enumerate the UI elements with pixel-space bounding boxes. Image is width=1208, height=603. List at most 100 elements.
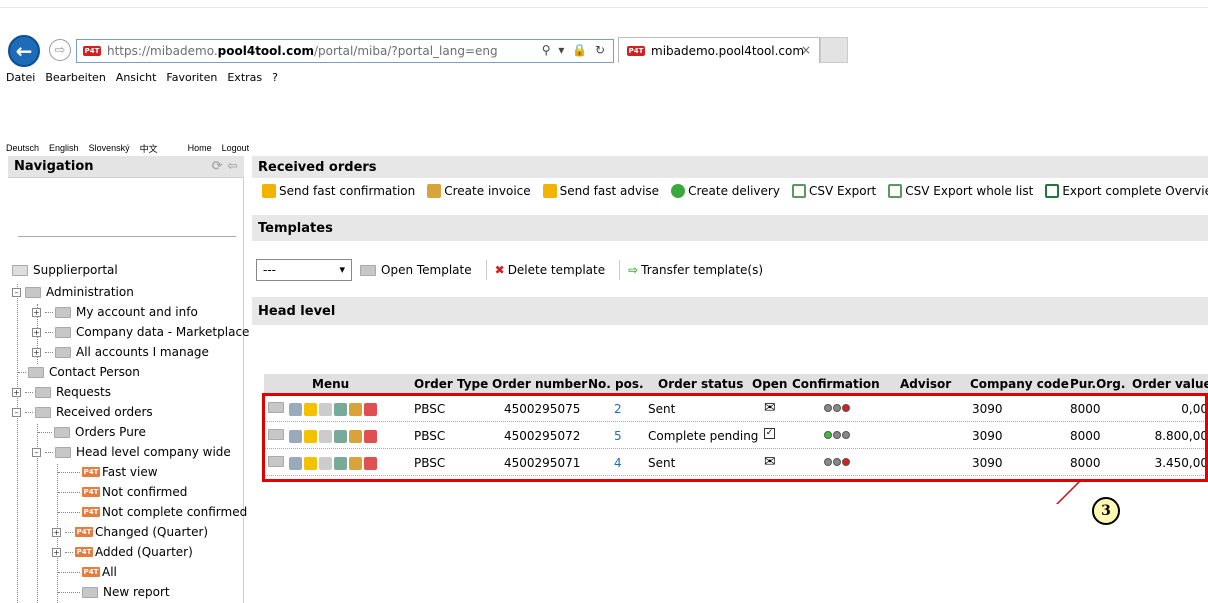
tree-item-label: Requests: [56, 385, 111, 399]
send-fast-advise-button[interactable]: Send fast advise: [542, 184, 659, 198]
col-order-type[interactable]: Order Type: [414, 377, 488, 391]
address-bar[interactable]: P4T https://mibademo. pool4tool.com/porta…: [76, 39, 614, 63]
col-confirmation[interactable]: Confirmation: [792, 377, 880, 391]
menu-bearbeiten[interactable]: Bearbeiten: [45, 71, 105, 84]
expand-toggle-icon[interactable]: +: [32, 347, 41, 357]
col-advisor[interactable]: Advisor: [900, 377, 951, 391]
expand-toggle-icon[interactable]: +: [32, 307, 41, 317]
tree-item-not-complete-confirmed[interactable]: P4T Not complete confirmed: [58, 502, 247, 522]
tree-item-head-level[interactable]: – Head level company wide: [32, 442, 231, 462]
navigation-title: Navigation: [14, 159, 94, 174]
tree-item-new-report[interactable]: New report: [58, 582, 170, 602]
collapse-toggle-icon[interactable]: –: [12, 407, 21, 417]
lock-icon: 🔒: [572, 43, 590, 57]
menu-favoriten[interactable]: Favoriten: [166, 71, 217, 84]
templates-row: --- ▾ Open Template ✖ Delete template ⇨ Tr…: [256, 258, 769, 282]
refresh-icon[interactable]: ⟳: [212, 159, 223, 174]
collapse-toggle-icon[interactable]: –: [32, 447, 41, 457]
template-select[interactable]: --- ▾: [256, 259, 352, 281]
tree-item-added-quarter[interactable]: + P4T Added (Quarter): [52, 542, 193, 562]
lang-chinese[interactable]: 中文: [140, 142, 158, 155]
menu-ansicht[interactable]: Ansicht: [116, 71, 157, 84]
tree-item-label: Orders Pure: [75, 425, 146, 439]
address-tools[interactable]: ⚲ ▾ 🔒 ↻: [542, 43, 607, 57]
col-open[interactable]: Open: [752, 377, 787, 391]
tree-item-administration[interactable]: – Administration: [12, 282, 134, 302]
main-content: Received orders Send fast confirmation C…: [252, 156, 1208, 603]
home-link[interactable]: Home: [188, 143, 212, 153]
window-top-edge: [0, 0, 1208, 8]
tree-item-contact-person[interactable]: Contact Person: [18, 362, 140, 382]
toolbar-separator: [619, 260, 621, 280]
expand-toggle-icon[interactable]: +: [12, 387, 21, 397]
chevron-down-icon: ▾: [339, 263, 345, 276]
transfer-template-button[interactable]: ⇨ Transfer template(s): [628, 263, 763, 277]
tree-item-all-accounts[interactable]: + All accounts I manage: [32, 342, 209, 362]
col-order-number[interactable]: Order number: [492, 377, 587, 391]
folder-icon: [427, 184, 442, 198]
tree-item-requests[interactable]: + Requests: [12, 382, 111, 402]
create-delivery-button[interactable]: Create delivery: [671, 184, 780, 198]
lang-english[interactable]: English: [49, 143, 79, 153]
send-fast-confirmation-button[interactable]: Send fast confirmation: [262, 184, 415, 198]
delete-template-button[interactable]: ✖ Delete template: [495, 263, 605, 277]
open-template-button[interactable]: Open Template: [360, 263, 472, 277]
tree-item-changed-quarter[interactable]: + P4T Changed (Quarter): [52, 522, 208, 542]
collapse-toggle-icon[interactable]: –: [12, 287, 21, 297]
menu-help[interactable]: ?: [272, 71, 278, 84]
delete-icon: ✖: [494, 263, 505, 277]
tree-item-my-account[interactable]: + My account and info: [32, 302, 198, 322]
head-level-header: Head level: [252, 297, 1208, 325]
tree-item-label: All: [102, 565, 117, 579]
browser-tab[interactable]: P4T mibademo.pool4tool.com ×: [618, 37, 820, 63]
tree-item-orders-pure[interactable]: Orders Pure: [38, 422, 146, 442]
menu-datei[interactable]: Datei: [6, 71, 35, 84]
lang-deutsch[interactable]: Deutsch: [6, 143, 39, 153]
tree-item-label: Company data - Marketplace: [76, 325, 250, 339]
col-order-value[interactable]: Order value: [1132, 377, 1208, 391]
report-icon: P4T: [82, 507, 100, 517]
plus-icon: [671, 184, 686, 198]
navigation-panel: Navigation ⟳ ⇦ Supplierportal – Administr…: [0, 156, 249, 603]
back-button[interactable]: ←: [8, 35, 40, 67]
tree-item-label: Added (Quarter): [95, 545, 193, 559]
tree-item-supplierportal[interactable]: Supplierportal: [12, 260, 118, 280]
col-company-code[interactable]: Company code: [970, 377, 1069, 391]
tree-item-not-confirmed[interactable]: P4T Not confirmed: [58, 482, 187, 502]
expand-toggle-icon[interactable]: +: [52, 527, 61, 537]
collapse-icon[interactable]: ⇦: [227, 159, 238, 174]
envelope-icon: [262, 184, 276, 198]
tree-item-received-orders[interactable]: – Received orders: [12, 402, 153, 422]
col-order-status[interactable]: Order status: [658, 377, 743, 391]
url-prefix: https://mibademo.: [107, 44, 218, 58]
refresh-icon[interactable]: ↻: [595, 43, 607, 57]
lang-slovensky[interactable]: Slovenský: [89, 143, 130, 153]
tree-item-all[interactable]: P4T All: [58, 562, 117, 582]
col-menu[interactable]: Menu: [312, 377, 349, 391]
create-invoice-button[interactable]: Create invoice: [427, 184, 531, 198]
logout-link[interactable]: Logout: [222, 143, 250, 153]
export-icon: [791, 184, 806, 198]
csv-export-button[interactable]: CSV Export: [791, 184, 876, 198]
col-no-pos[interactable]: No. pos.: [588, 377, 644, 391]
expand-toggle-icon[interactable]: +: [52, 547, 61, 557]
col-pur-org[interactable]: Pur.Org.: [1070, 377, 1125, 391]
folder-icon: [360, 264, 376, 276]
expand-toggle-icon[interactable]: +: [32, 327, 41, 337]
folder-icon: [82, 586, 98, 598]
search-icon[interactable]: ⚲: [542, 43, 553, 57]
tree-item-fast-view[interactable]: P4T Fast view: [58, 462, 158, 482]
envelope-icon: [542, 184, 557, 198]
tab-title: mibademo.pool4tool.com: [651, 43, 805, 58]
tab-favicon-icon: P4T: [627, 45, 645, 56]
forward-button[interactable]: ⇨: [49, 39, 71, 61]
folder-icon: [25, 286, 41, 298]
export-complete-overview-button[interactable]: Export complete Overview: [1045, 184, 1208, 198]
menu-extras[interactable]: Extras: [227, 71, 262, 84]
csv-export-whole-list-button[interactable]: CSV Export whole list: [888, 184, 1033, 198]
report-icon: P4T: [82, 567, 100, 577]
nav-header-icons[interactable]: ⟳ ⇦: [212, 159, 238, 174]
new-tab-button[interactable]: [820, 37, 848, 63]
tab-close-icon[interactable]: ×: [801, 43, 811, 57]
tree-item-company-data[interactable]: + Company data - Marketplace: [32, 322, 249, 342]
